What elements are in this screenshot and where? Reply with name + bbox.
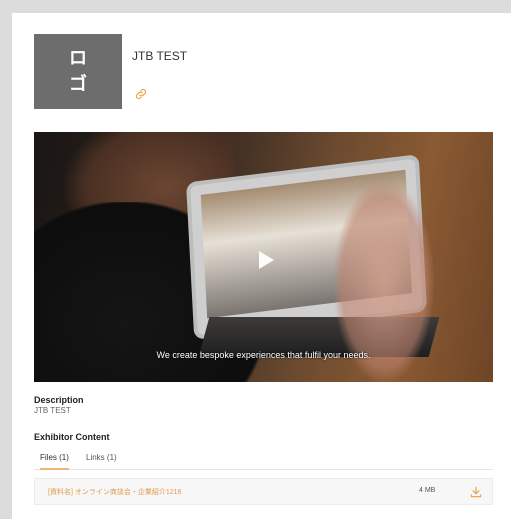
play-icon[interactable] [253, 248, 277, 272]
exhibitor-card: ロ ゴ JTB TEST We create bespoke experienc… [12, 13, 511, 519]
company-logo: ロ ゴ [34, 34, 122, 109]
tab-files[interactable]: Files (1) [40, 453, 69, 470]
link-icon[interactable] [134, 87, 148, 101]
download-icon[interactable] [469, 485, 483, 499]
description-label: Description [34, 395, 84, 405]
description-value: JTB TEST [34, 406, 71, 415]
file-row[interactable]: [資料名] オンライン商談会・企業紹介1216 4 MB [34, 478, 493, 505]
logo-text-line1: ロ [69, 47, 87, 69]
exhibitor-content-tabs: Files (1) Links (1) [34, 449, 493, 470]
video-caption: We create bespoke experiences that fulfi… [156, 350, 371, 360]
file-name-link[interactable]: [資料名] オンライン商談会・企業紹介1216 [48, 487, 181, 497]
tab-links[interactable]: Links (1) [86, 453, 117, 468]
exhibitor-content-label: Exhibitor Content [34, 432, 110, 442]
video-player[interactable]: We create bespoke experiences that fulfi… [34, 132, 493, 382]
company-name: JTB TEST [132, 49, 188, 63]
logo-text-line2: ゴ [69, 73, 87, 95]
file-size: 4 MB [419, 487, 436, 494]
